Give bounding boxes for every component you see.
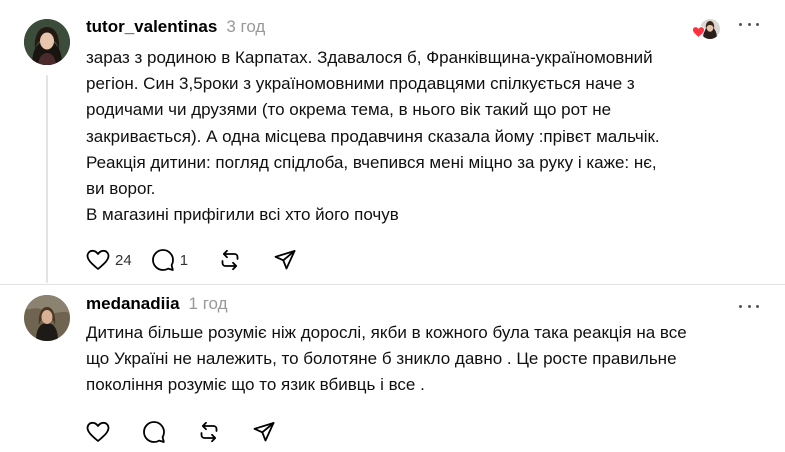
text-line: Реакція дитини: погляд спідлоба, вчепивс… [86, 152, 657, 172]
reply-button[interactable] [142, 419, 166, 445]
comment: medanadiia 1 год Дитина більше розуміє н… [0, 285, 785, 452]
like-button[interactable] [86, 419, 110, 445]
text-line: ви ворог. [86, 179, 156, 199]
avatar[interactable] [24, 19, 70, 65]
action-bar: 24 1 [86, 247, 297, 273]
more-options-button[interactable] [739, 301, 759, 311]
more-dots-icon [739, 22, 742, 26]
text-line: В магазині прифігили всі хто його почув [86, 205, 399, 225]
avatar[interactable] [24, 295, 70, 341]
share-button[interactable] [273, 247, 297, 273]
share-button[interactable] [252, 419, 276, 445]
text-line: що Україні не належить, то болотяне б зн… [86, 349, 677, 369]
heart-icon [86, 421, 110, 442]
heart-icon [86, 249, 110, 270]
action-bar [86, 419, 276, 445]
comment-text: Дитина більше розуміє ніж дорослі, якби … [86, 320, 766, 399]
more-dots-icon [739, 304, 742, 308]
timestamp[interactable]: 1 год [189, 294, 228, 314]
liked-by-author-indicator [692, 18, 721, 40]
speech-bubble-icon [151, 249, 174, 271]
text-line: Дитина більше розуміє ніж дорослі, якби … [86, 323, 687, 342]
text-line: зараз з родиною в Карпатах. Здавалося б,… [86, 48, 653, 67]
text-line: родичами чи друзями (то окрема тема, в н… [86, 100, 612, 120]
send-icon [274, 250, 296, 270]
repost-button[interactable] [197, 419, 221, 445]
username[interactable]: tutor_valentinas [86, 17, 217, 37]
text-line: покоління розуміє що то язик вбивць і вс… [86, 375, 425, 395]
reply-count: 1 [179, 251, 189, 269]
send-icon [253, 422, 275, 442]
repost-icon [221, 249, 239, 271]
reply-button[interactable]: 1 [151, 247, 188, 273]
speech-bubble-icon [143, 421, 165, 443]
comment-text: зараз з родиною в Карпатах. Здавалося б,… [86, 45, 766, 228]
username[interactable]: medanadiia [86, 294, 180, 314]
repost-icon [200, 421, 218, 443]
like-button[interactable]: 24 [86, 247, 132, 273]
like-count: 24 [115, 251, 132, 269]
red-heart-icon [692, 26, 705, 38]
thread-line [46, 75, 48, 283]
comment: tutor_valentinas 3 год зараз з родиною в… [0, 0, 785, 284]
repost-button[interactable] [218, 247, 242, 273]
timestamp[interactable]: 3 год [226, 17, 265, 37]
comment-header: tutor_valentinas 3 год [86, 17, 265, 39]
text-line: закривається). А одна місцева продавчиня… [86, 126, 660, 146]
text-line: регіон. Син 3,5роки з україномовними про… [86, 74, 635, 94]
more-options-button[interactable] [739, 19, 759, 29]
comment-header: medanadiia 1 год [86, 294, 228, 316]
